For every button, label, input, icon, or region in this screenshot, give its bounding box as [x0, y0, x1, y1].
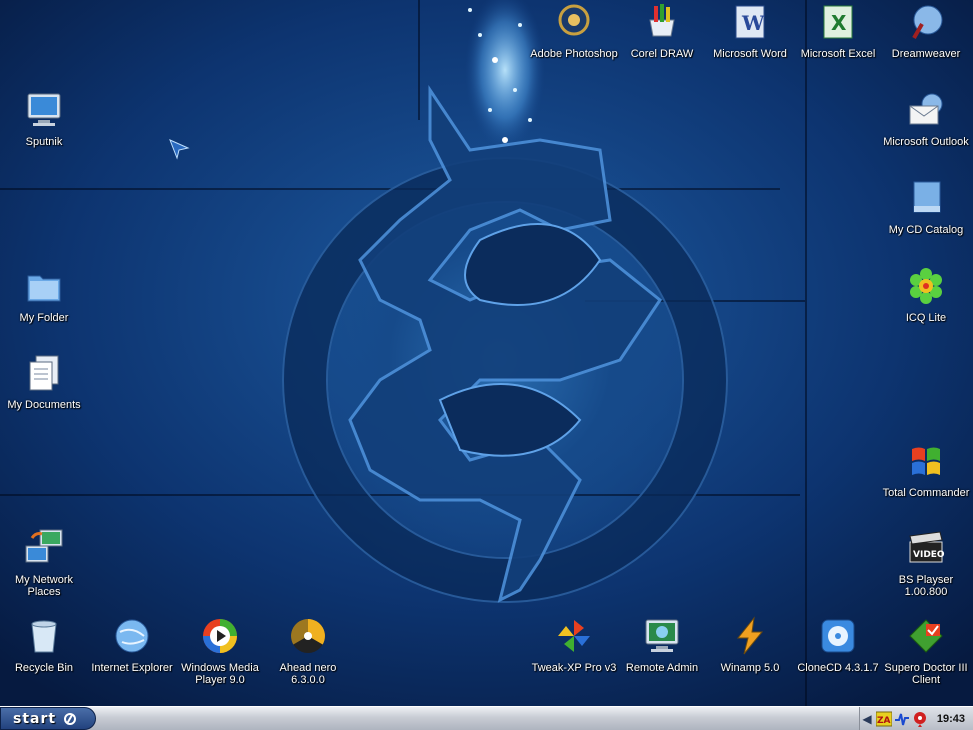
icon-label: Supero Doctor III Client	[884, 662, 968, 686]
desktop-icon-my-cd-catalog[interactable]: My CD Catalog	[882, 176, 970, 236]
folder-icon	[22, 264, 66, 308]
nero-icon	[286, 614, 330, 658]
remote-monitor-icon	[640, 614, 684, 658]
icon-label: Dreamweaver	[891, 48, 961, 60]
photoshop-icon	[552, 0, 596, 44]
pinwheel-icon	[552, 614, 596, 658]
start-label: start	[13, 710, 57, 727]
icon-label: Microsoft Word	[713, 48, 787, 60]
svg-text:VIDEO: VIDEO	[913, 550, 945, 560]
icon-label: Remote Admin	[625, 662, 699, 674]
desktop-icon-remote-admin[interactable]: Remote Admin	[618, 614, 706, 674]
icon-label: Sputnik	[25, 136, 63, 148]
desktop-icon-dreamweaver[interactable]: Dreamweaver	[882, 0, 970, 60]
taskbar: start ◀ ZA 19:43	[0, 706, 973, 730]
word-icon: W	[728, 0, 772, 44]
icon-label: Adobe Photoshop	[530, 48, 618, 60]
desktop-icon-my-network-places[interactable]: My Network Places	[0, 526, 88, 598]
icon-label: Recycle Bin	[14, 662, 74, 674]
desktop[interactable]: Sputnik My Folder My Documents My Networ…	[0, 0, 973, 706]
clock[interactable]: 19:43	[937, 713, 965, 725]
desktop-icon-adobe-photoshop[interactable]: Adobe Photoshop	[530, 0, 618, 60]
icon-label: Total Commander	[882, 487, 970, 499]
desktop-icon-recycle-bin[interactable]: Recycle Bin	[0, 614, 88, 674]
icon-label: Winamp 5.0	[720, 662, 780, 674]
icon-label: Tweak-XP Pro v3	[531, 662, 617, 674]
system-tray: ◀ ZA 19:43	[859, 707, 973, 730]
power-icon	[64, 712, 77, 725]
svg-text:X: X	[831, 11, 847, 35]
icon-label: My Network Places	[14, 574, 74, 598]
coreldraw-icon	[640, 0, 684, 44]
icq-icon	[904, 264, 948, 308]
desktop-icon-windows-media-player[interactable]: Windows Media Player 9.0	[176, 614, 264, 686]
desktop-icon-bs-player[interactable]: VIDEO BS Playser 1.00.800	[882, 526, 970, 598]
globe-icon	[110, 614, 154, 658]
zonealarm-icon[interactable]: ZA	[876, 711, 892, 727]
supero-doctor-icon	[904, 614, 948, 658]
svg-text:W: W	[741, 11, 765, 35]
desktop-icon-sputnik[interactable]: Sputnik	[0, 88, 88, 148]
monitor-icon	[22, 88, 66, 132]
desktop-icon-microsoft-excel[interactable]: X Microsoft Excel	[794, 0, 882, 60]
desktop-icon-total-commander[interactable]: Total Commander	[882, 439, 970, 499]
clonecd-icon	[816, 614, 860, 658]
documents-icon	[22, 351, 66, 395]
desktop-icon-microsoft-outlook[interactable]: Microsoft Outlook	[882, 88, 970, 148]
chevron-left-icon[interactable]: ◀	[860, 712, 874, 726]
network-places-icon	[22, 526, 66, 570]
icon-label: Internet Explorer	[91, 662, 173, 674]
icon-label: Windows Media Player 9.0	[181, 662, 259, 686]
media-player-icon	[198, 614, 242, 658]
cd-catalog-icon	[904, 176, 948, 220]
desktop-icon-corel-draw[interactable]: Corel DRAW	[618, 0, 706, 60]
icon-label: My Folder	[19, 312, 69, 324]
icon-label: Microsoft Outlook	[883, 136, 969, 148]
desktop-icon-winamp[interactable]: Winamp 5.0	[706, 614, 794, 674]
dreamweaver-icon	[904, 0, 948, 44]
desktop-icon-internet-explorer[interactable]: Internet Explorer	[88, 614, 176, 674]
mouse-cursor-icon	[169, 139, 190, 160]
network-activity-icon[interactable]	[894, 711, 910, 727]
recycle-bin-icon	[22, 614, 66, 658]
desktop-icon-microsoft-word[interactable]: W Microsoft Word	[706, 0, 794, 60]
icon-label: Microsoft Excel	[800, 48, 876, 60]
video-clapper-icon: VIDEO	[904, 526, 948, 570]
icon-label: Ahead nero 6.3.0.0	[279, 662, 337, 686]
winamp-icon	[728, 614, 772, 658]
windows-flag-icon	[904, 439, 948, 483]
icon-label: ICQ Lite	[905, 312, 947, 324]
desktop-icon-icq-lite[interactable]: ICQ Lite	[882, 264, 970, 324]
start-button[interactable]: start	[0, 707, 96, 730]
balloon-icon[interactable]	[912, 711, 928, 727]
outlook-icon	[904, 88, 948, 132]
desktop-icon-tweak-xp[interactable]: Tweak-XP Pro v3	[530, 614, 618, 674]
desktop-icon-clonecd[interactable]: CloneCD 4.3.1.7	[794, 614, 882, 674]
desktop-icon-supero-doctor[interactable]: Supero Doctor III Client	[882, 614, 970, 686]
excel-icon: X	[816, 0, 860, 44]
icon-label: My Documents	[7, 399, 81, 411]
dragon-wallpaper	[282, 0, 728, 603]
desktop-icon-my-folder[interactable]: My Folder	[0, 264, 88, 324]
desktop-icon-my-documents[interactable]: My Documents	[0, 351, 88, 411]
icon-label: Corel DRAW	[630, 48, 694, 60]
desktop-icon-ahead-nero[interactable]: Ahead nero 6.3.0.0	[264, 614, 352, 686]
icon-label: My CD Catalog	[888, 224, 964, 236]
icon-label: CloneCD 4.3.1.7	[797, 662, 879, 674]
icon-label: BS Playser 1.00.800	[898, 574, 954, 598]
zonealarm-text: ZA	[877, 716, 891, 726]
